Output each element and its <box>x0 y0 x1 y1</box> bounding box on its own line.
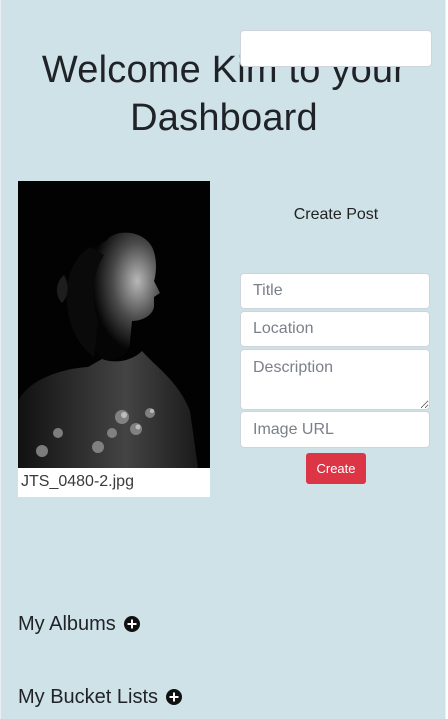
location-input[interactable] <box>240 311 430 347</box>
my-bucket-lists-label: My Bucket Lists <box>18 686 159 708</box>
woman-profile-photo-image <box>18 181 210 468</box>
my-albums-label: My Albums <box>18 613 116 635</box>
photo-card[interactable]: JTS_0480-2.jpg <box>18 181 210 497</box>
description-textarea[interactable] <box>240 349 430 410</box>
add-album-plus-circle-icon[interactable] <box>123 616 140 632</box>
dashboard-page: Welcome Kim to your Dashboard JTS_0480-2… <box>0 0 446 719</box>
create-post-heading: Create Post <box>293 206 379 223</box>
post-top-input[interactable] <box>240 30 432 67</box>
photo-thumbnail[interactable] <box>18 181 210 468</box>
my-albums-section: My Albums <box>18 611 140 637</box>
image-url-input[interactable] <box>240 411 430 448</box>
add-bucket-list-plus-circle-icon[interactable] <box>166 689 183 705</box>
page-title-line-2: Dashboard <box>130 97 318 139</box>
photo-filename: JTS_0480-2.jpg <box>21 473 134 490</box>
create-post-button[interactable]: Create <box>306 453 366 484</box>
title-input[interactable] <box>240 273 430 309</box>
my-bucket-lists-section: My Bucket Lists <box>18 684 183 710</box>
